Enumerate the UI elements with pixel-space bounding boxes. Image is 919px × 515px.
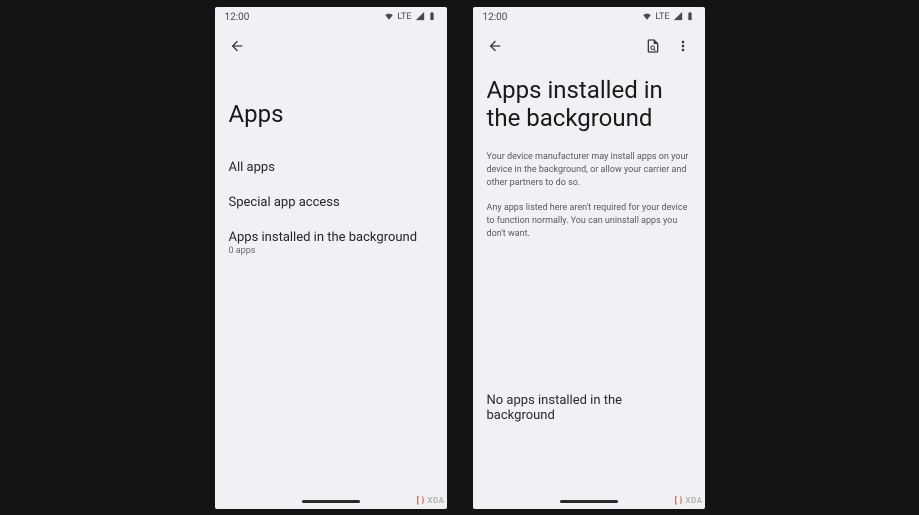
watermark-bracket: [ } [417, 496, 425, 505]
battery-icon [685, 11, 695, 24]
network-label: LTE [397, 12, 411, 22]
navigation-handle[interactable] [302, 500, 360, 503]
wifi-icon [384, 11, 394, 24]
wifi-icon [642, 11, 652, 24]
back-icon[interactable] [229, 38, 245, 58]
signal-icon [415, 11, 425, 24]
menu-item-sub: 0 apps [229, 246, 433, 256]
toolbar [215, 28, 447, 68]
search-page-icon[interactable] [645, 38, 661, 58]
network-label: LTE [655, 12, 669, 22]
watermark-text: XDA [685, 496, 702, 505]
statusbar: 12:00 LTE [215, 7, 447, 28]
status-time: 12:00 [225, 12, 250, 23]
watermark-bracket: [ } [675, 496, 683, 505]
page-title: Apps [229, 100, 433, 128]
status-right: LTE [384, 11, 436, 24]
menu-item-label: Special app access [229, 195, 433, 210]
content: Apps installed in the background Your de… [473, 68, 705, 509]
statusbar: 12:00 LTE [473, 7, 705, 28]
more-icon[interactable] [675, 38, 691, 58]
battery-icon [427, 11, 437, 24]
navigation-handle[interactable] [560, 500, 618, 503]
page-title: Apps installed in the background [487, 76, 691, 134]
menu-all-apps[interactable]: All apps [229, 150, 433, 185]
status-right: LTE [642, 11, 694, 24]
toolbar [473, 28, 705, 68]
menu-special-app-access[interactable]: Special app access [229, 185, 433, 220]
phone-screen-apps: 12:00 LTE Apps All apps Special app acce… [215, 7, 447, 509]
menu-apps-installed-background[interactable]: Apps installed in the background 0 apps [229, 220, 433, 266]
signal-icon [673, 11, 683, 24]
toolbar-actions [645, 38, 691, 58]
menu-item-label: All apps [229, 160, 433, 175]
status-time: 12:00 [483, 12, 508, 23]
info-paragraph-1: Your device manufacturer may install app… [487, 151, 691, 190]
watermark: [ } XDA [417, 496, 445, 505]
empty-state-text: No apps installed in the background [487, 393, 691, 423]
watermark: [ } XDA [675, 496, 703, 505]
menu-item-label: Apps installed in the background [229, 230, 433, 245]
back-icon[interactable] [487, 38, 503, 58]
info-paragraph-2: Any apps listed here aren't required for… [487, 202, 691, 241]
phone-screen-background-apps: 12:00 LTE Apps installed [473, 7, 705, 509]
watermark-text: XDA [427, 496, 444, 505]
content: Apps All apps Special app access Apps in… [215, 68, 447, 509]
